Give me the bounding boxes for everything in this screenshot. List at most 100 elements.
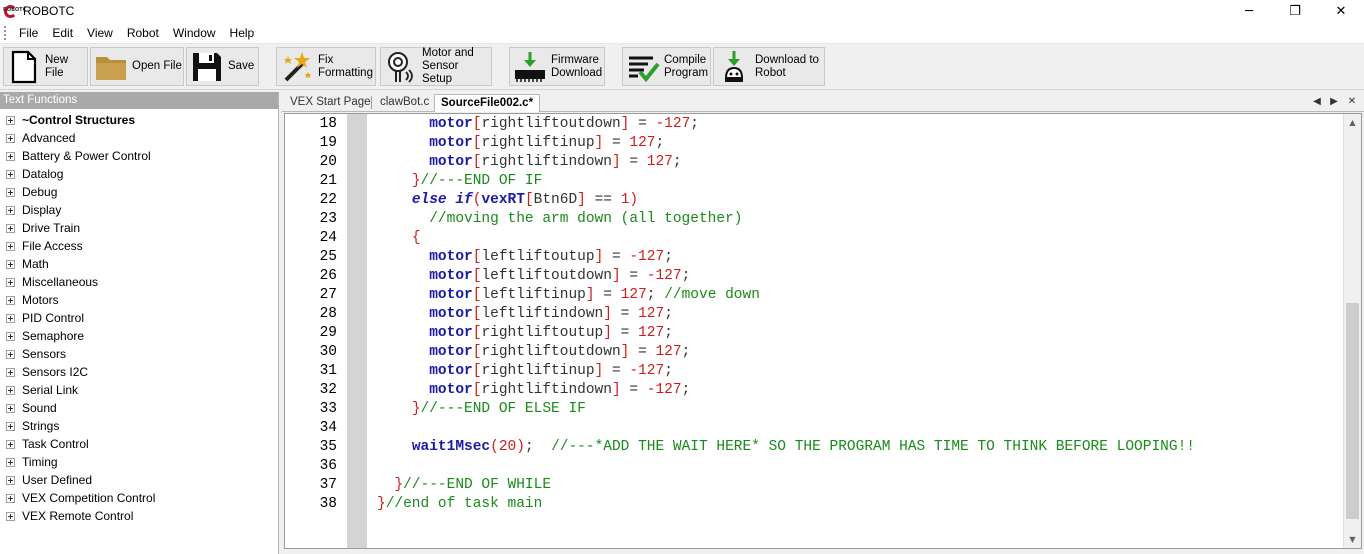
tree-item[interactable]: Miscellaneous	[0, 273, 278, 291]
close-button[interactable]: ✕	[1318, 0, 1364, 22]
expand-plus-icon[interactable]	[6, 475, 15, 485]
tree-item-label: Math	[22, 257, 49, 271]
tree-item[interactable]: Serial Link	[0, 381, 278, 399]
tree-item[interactable]: Semaphore	[0, 327, 278, 345]
code-line[interactable]: motor[leftliftoutdown] = -127;	[377, 267, 690, 286]
line-number: 20	[319, 154, 337, 170]
tree-item[interactable]: Advanced	[0, 129, 278, 147]
expand-plus-icon[interactable]	[6, 385, 15, 395]
maximize-button[interactable]: ❐	[1272, 0, 1318, 22]
scroll-up-arrow-icon[interactable]: ▲	[1344, 114, 1361, 131]
tab-clawbot[interactable]: clawBot.c	[374, 94, 435, 112]
tree-item[interactable]: PID Control	[0, 309, 278, 327]
expand-plus-icon[interactable]	[6, 133, 15, 143]
tree-item[interactable]: Sound	[0, 399, 278, 417]
expand-plus-icon[interactable]	[6, 457, 15, 467]
minimize-button[interactable]: ─	[1226, 0, 1272, 22]
code-line[interactable]: motor[rightliftindown] = 127;	[377, 153, 681, 172]
tree-item[interactable]: VEX Remote Control	[0, 507, 278, 525]
tree-item[interactable]: ~Control Structures	[0, 111, 278, 129]
tree-item[interactable]: Timing	[0, 453, 278, 471]
tab-next-arrow-icon[interactable]: ▶	[1326, 94, 1342, 110]
code-editor[interactable]: 18 19 20 21 22 23 24 25 26 27 28 29 30 31 32 33 34 35 36 37…	[284, 113, 1362, 549]
tree-item[interactable]: Datalog	[0, 165, 278, 183]
code-line[interactable]: motor[rightliftindown] = -127;	[377, 381, 690, 400]
tree-item[interactable]: Task Control	[0, 435, 278, 453]
code-line[interactable]: else if(vexRT[Btn6D] == 1)	[377, 191, 638, 210]
menu-window[interactable]: Window	[166, 22, 223, 44]
code-line[interactable]: motor[rightliftoutdown] = 127;	[377, 343, 690, 362]
expand-plus-icon[interactable]	[6, 223, 15, 233]
tree-item[interactable]: Strings	[0, 417, 278, 435]
code-text-area[interactable]: motor[rightliftoutdown] = -127; motor[ri…	[367, 114, 1345, 548]
open-file-button[interactable]: Open File	[90, 47, 184, 86]
expand-plus-icon[interactable]	[6, 493, 15, 503]
tab-sourcefile002[interactable]: SourceFile002.c*	[434, 94, 541, 112]
expand-plus-icon[interactable]	[6, 403, 15, 413]
expand-plus-icon[interactable]	[6, 511, 15, 521]
tab-vex-start-page[interactable]: VEX Start Page	[284, 94, 377, 112]
code-line[interactable]: }//---END OF ELSE IF	[377, 400, 586, 419]
code-line[interactable]: motor[leftliftinup] = 127; //move down	[377, 286, 760, 305]
expand-plus-icon[interactable]	[6, 421, 15, 431]
tree-item[interactable]: Display	[0, 201, 278, 219]
tree-item[interactable]: Math	[0, 255, 278, 273]
code-line[interactable]: {	[377, 229, 421, 248]
code-line[interactable]: wait1Msec(20); //---*ADD THE WAIT HERE* …	[377, 438, 1195, 457]
tree-item[interactable]: Sensors I2C	[0, 363, 278, 381]
code-line[interactable]: motor[leftliftindown] = 127;	[377, 305, 673, 324]
save-button[interactable]: Save	[186, 47, 259, 86]
code-line[interactable]: motor[rightliftinup] = 127;	[377, 134, 664, 153]
tree-item[interactable]: Battery & Power Control	[0, 147, 278, 165]
expand-plus-icon[interactable]	[6, 169, 15, 179]
scrollbar-thumb[interactable]	[1346, 303, 1359, 519]
code-line[interactable]: motor[leftliftoutup] = -127;	[377, 248, 673, 267]
code-line[interactable]: motor[rightliftoutup] = 127;	[377, 324, 673, 343]
expand-plus-icon[interactable]	[6, 331, 15, 341]
expand-plus-icon[interactable]	[6, 115, 15, 125]
breakpoint-margin[interactable]	[347, 114, 367, 548]
compile-program-button[interactable]: Compile Program	[622, 47, 711, 86]
expand-plus-icon[interactable]	[6, 367, 15, 377]
expand-plus-icon[interactable]	[6, 241, 15, 251]
tab-close-icon[interactable]: ✕	[1344, 94, 1360, 110]
code-line[interactable]: //moving the arm down (all together)	[377, 210, 742, 229]
expand-plus-icon[interactable]	[6, 349, 15, 359]
tree-item[interactable]: Sensors	[0, 345, 278, 363]
expand-plus-icon[interactable]	[6, 313, 15, 323]
expand-plus-icon[interactable]	[6, 295, 15, 305]
line-number: 29	[319, 325, 337, 341]
code-line[interactable]: motor[rightliftoutdown] = -127;	[377, 115, 699, 134]
expand-plus-icon[interactable]	[6, 205, 15, 215]
menu-view[interactable]: View	[80, 22, 120, 44]
menu-robot[interactable]: Robot	[120, 22, 166, 44]
download-to-robot-button[interactable]: Download to Robot	[713, 47, 825, 86]
expand-plus-icon[interactable]	[6, 259, 15, 269]
code-line[interactable]: }//---END OF IF	[377, 172, 543, 191]
vertical-scrollbar[interactable]: ▲ ▼	[1343, 114, 1361, 548]
firmware-download-button[interactable]: Firmware Download	[509, 47, 605, 86]
scroll-down-arrow-icon[interactable]: ▼	[1344, 531, 1361, 548]
code-line[interactable]: motor[rightliftinup] = -127;	[377, 362, 673, 381]
expand-plus-icon[interactable]	[6, 187, 15, 197]
tree-item[interactable]: File Access	[0, 237, 278, 255]
line-number: 32	[319, 382, 337, 398]
tree-item[interactable]: VEX Competition Control	[0, 489, 278, 507]
new-file-button[interactable]: New File	[3, 47, 88, 86]
expand-plus-icon[interactable]	[6, 277, 15, 287]
fix-formatting-button[interactable]: Fix Formatting	[276, 47, 376, 86]
tree-item[interactable]: Motors	[0, 291, 278, 309]
menu-help[interactable]: Help	[223, 22, 262, 44]
motor-sensor-setup-button[interactable]: Motor and Sensor Setup	[380, 47, 492, 86]
code-line[interactable]: }//end of task main	[377, 495, 542, 514]
expand-plus-icon[interactable]	[6, 151, 15, 161]
line-number: 23	[319, 211, 337, 227]
code-line[interactable]: }//---END OF WHILE	[377, 476, 551, 495]
menu-edit[interactable]: Edit	[45, 22, 80, 44]
tree-item[interactable]: Debug	[0, 183, 278, 201]
tree-item[interactable]: User Defined	[0, 471, 278, 489]
menu-file[interactable]: File	[12, 22, 45, 44]
expand-plus-icon[interactable]	[6, 439, 15, 449]
tree-item[interactable]: Drive Train	[0, 219, 278, 237]
tab-prev-arrow-icon[interactable]: ◀	[1309, 94, 1325, 110]
